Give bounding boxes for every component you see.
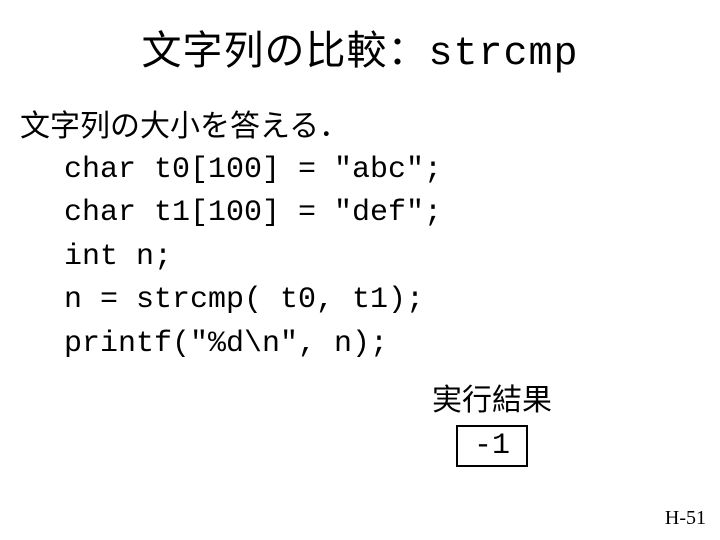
result-label: 実行結果 <box>432 375 552 419</box>
code-line-5: printf("%d\n", n); <box>20 323 720 367</box>
code-line-2: char t1[100] = "def"; <box>20 192 720 236</box>
code-line-4: n = strcmp( t0, t1); <box>20 279 720 323</box>
slide: 文字列の比較：strcmp 文字列の大小を答える． char t0[100] =… <box>0 0 720 540</box>
slide-body: 文字列の大小を答える． char t0[100] = "abc"; char t… <box>0 77 720 366</box>
result-value: -1 <box>456 425 528 467</box>
lead-text: 文字列の大小を答える． <box>20 105 720 149</box>
code-line-1: char t0[100] = "abc"; <box>20 149 720 193</box>
result-block: 実行結果 -1 <box>432 375 552 467</box>
code-line-3: int n; <box>20 236 720 280</box>
title-mono: strcmp <box>428 32 578 77</box>
slide-title: 文字列の比較：strcmp <box>0 0 720 77</box>
page-number: H-51 <box>665 507 706 530</box>
title-jp: 文字列の比較： <box>141 29 428 73</box>
